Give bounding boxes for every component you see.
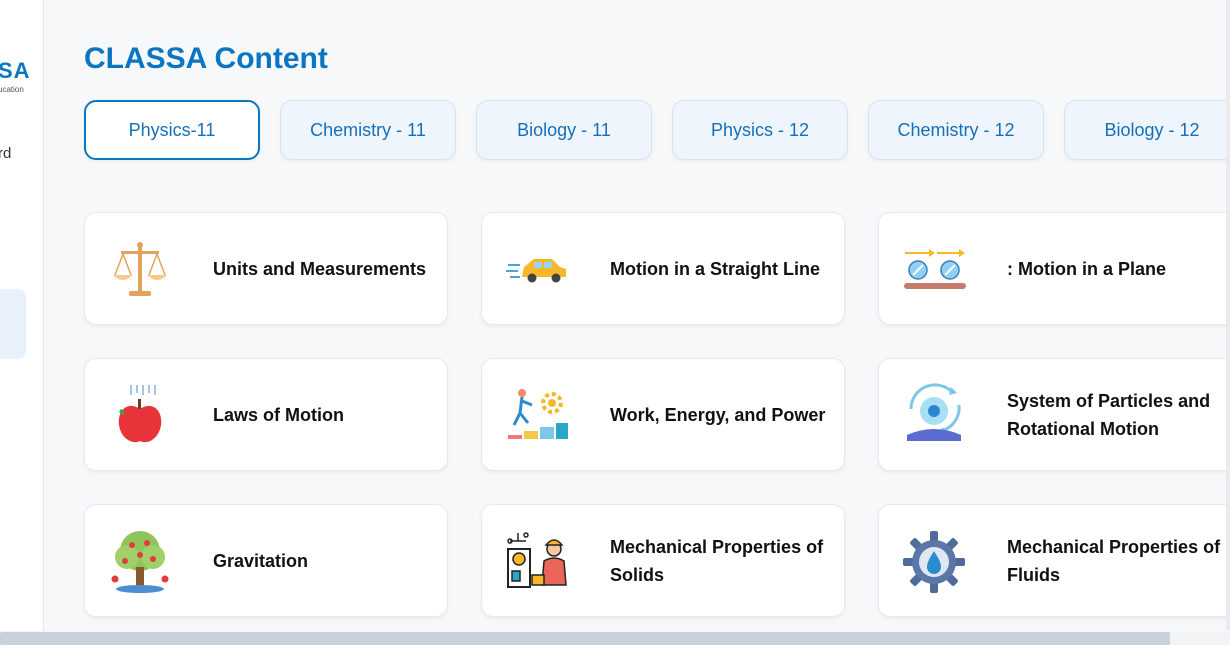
horizontal-scrollbar-thumb[interactable] [0,632,1170,645]
rotation-icon [901,383,967,449]
chapter-title: Motion in a Straight Line [610,258,820,279]
tab-chemistry-12[interactable]: Chemistry - 12 [868,100,1044,160]
chapter-card[interactable]: System of Particles and Rotational Motio… [878,358,1230,471]
tab-physics-12[interactable]: Physics - 12 [672,100,848,160]
tab-physics-11[interactable]: Physics-11 [84,100,260,160]
chapter-card[interactable]: Gravitation [84,504,448,617]
energy-icon [504,383,570,449]
chapter-card[interactable]: Motion in a Straight Line [481,212,845,325]
apple-icon [107,383,173,449]
logo-subtitle: ucation [0,85,24,94]
apple-tree-icon [107,529,173,595]
main-content: CLASSA Content Physics-11 Chemistry - 11… [44,0,1230,645]
chapter-card[interactable]: : Motion in a Plane [878,212,1230,325]
projectile-icon [901,237,967,303]
chapter-title: Mechanical Properties of Fluids [1007,536,1221,585]
chapter-title: Units and Measurements [213,258,427,279]
chapter-title: Gravitation [213,550,309,571]
chapter-title: System of Particles and Rotational Motio… [1007,390,1211,439]
fluid-gear-icon [901,529,967,595]
logo: SA [0,58,31,83]
chapter-card[interactable]: Mechanical Properties of Solids [481,504,845,617]
tab-biology-11[interactable]: Biology - 11 [476,100,652,160]
chapter-title: : Motion in a Plane [1007,258,1167,279]
chapter-title: Work, Energy, and Power [610,404,826,425]
chapter-title: Laws of Motion [213,404,344,425]
chapter-card[interactable]: Mechanical Properties of Fluids [878,504,1230,617]
chapter-card[interactable]: Work, Energy, and Power [481,358,845,471]
sidebar: SA ucation rd [0,0,44,645]
chapter-card[interactable]: Units and Measurements [84,212,448,325]
page-title: CLASSA Content [84,42,328,75]
chapter-title: Mechanical Properties of Solids [610,536,824,585]
scales-icon [107,237,173,303]
subject-tabs: Physics-11 Chemistry - 11 Biology - 11 P… [84,100,1230,164]
car-icon [504,237,570,303]
vertical-scrollbar[interactable] [1226,0,1230,630]
sidebar-item-dashboard[interactable]: rd [0,145,11,162]
engineer-icon [504,529,570,595]
tab-biology-12[interactable]: Biology - 12 [1064,100,1230,160]
tab-chemistry-11[interactable]: Chemistry - 11 [280,100,456,160]
chapter-card[interactable]: Laws of Motion [84,358,448,471]
sidebar-item-active[interactable] [0,289,26,359]
